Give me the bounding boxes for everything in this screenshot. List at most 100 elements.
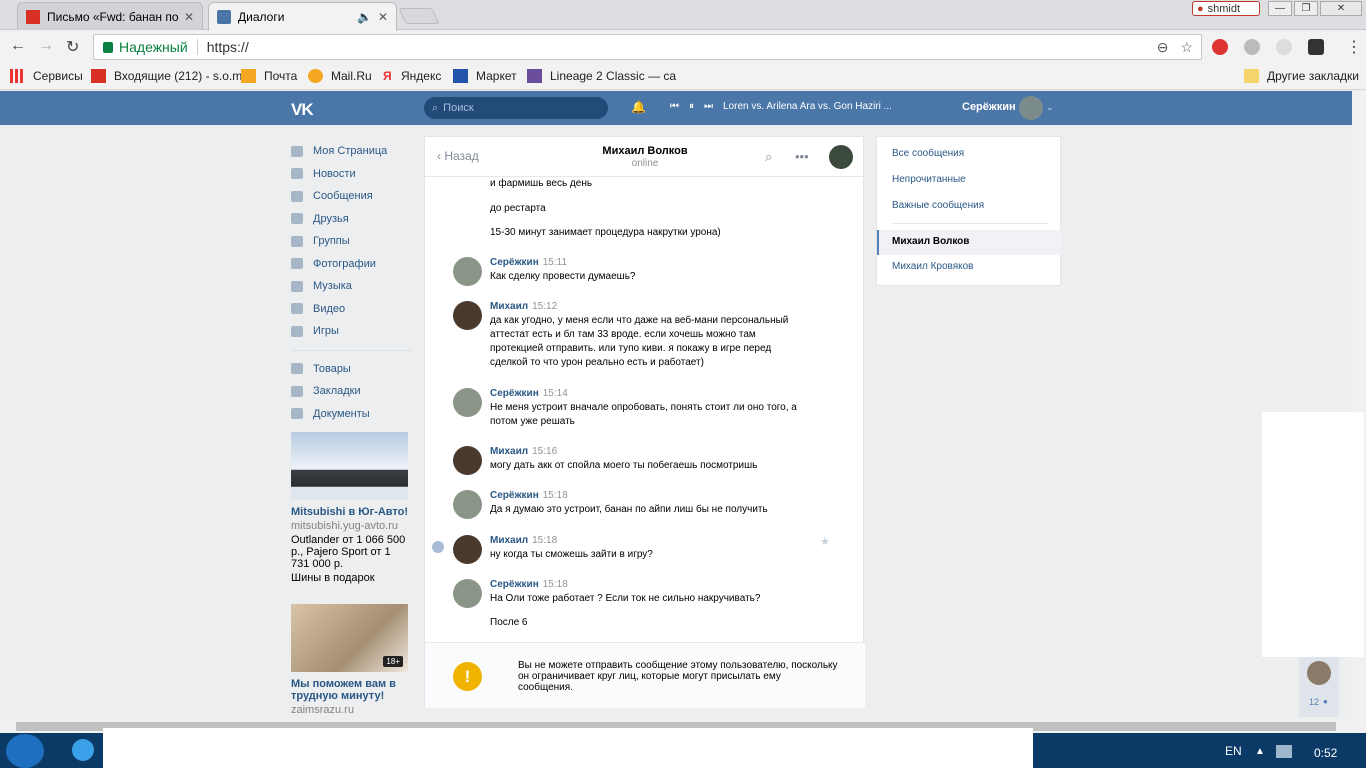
bookmark-market[interactable]: Маркет [453, 69, 517, 83]
pause-icon[interactable]: ⏸ [689, 101, 694, 112]
nav-groups[interactable]: Группы [291, 230, 411, 253]
menu-icon[interactable]: ⋮ [1346, 37, 1362, 57]
tab-gmail[interactable]: Письмо «Fwd: банан по ж ✕ [17, 2, 203, 30]
extension-light-icon[interactable] [1276, 39, 1292, 55]
url-text[interactable]: https:// [207, 39, 249, 55]
close-icon[interactable]: ✕ [378, 10, 388, 24]
bookmark-inbox[interactable]: Входящие (212) - s.o.m [91, 69, 242, 83]
next-icon[interactable]: ⏭ [704, 101, 713, 112]
ad-zaim[interactable]: 18+ Мы поможем вам в трудную минуту! zai… [291, 604, 409, 716]
message-author[interactable]: Серёжкин [490, 579, 539, 590]
speaker-icon[interactable]: 🔈 [357, 10, 372, 24]
filter-all[interactable]: Все сообщения [892, 148, 964, 159]
nav-games[interactable]: Игры [291, 320, 411, 343]
nav-news[interactable]: Новости [291, 163, 411, 186]
more-icon[interactable]: ••• [795, 149, 809, 164]
nav-my-page[interactable]: Моя Страница [291, 140, 411, 163]
forward-arrow-icon[interactable]: → [38, 37, 54, 55]
window-close-button[interactable]: ✕ [1320, 1, 1362, 16]
reload-icon[interactable]: ↻ [66, 37, 79, 57]
bell-icon[interactable]: 🔔 [631, 100, 646, 114]
music-icon [291, 280, 303, 292]
filter-unread[interactable]: Непрочитанные [892, 174, 966, 185]
profile-button[interactable]: ● shmidt [1192, 1, 1260, 16]
avatar[interactable] [453, 535, 482, 564]
message-time: 15:18 [542, 579, 568, 590]
minimize-button[interactable]: — [1268, 1, 1292, 16]
tray-arrow-icon[interactable]: ▲ [1255, 746, 1265, 757]
message-author[interactable]: Михаил [490, 446, 528, 457]
ad-title[interactable]: Мы поможем вам в трудную минуту! [291, 678, 409, 702]
search-icon[interactable]: ⌕ [765, 149, 772, 165]
tab-title: Диалоги [238, 10, 285, 24]
dialog-item[interactable]: Михаил Волков [892, 236, 969, 247]
avatar[interactable] [453, 301, 482, 330]
avatar[interactable] [1307, 661, 1331, 685]
message-author[interactable]: Серёжкин [490, 257, 539, 268]
ad-title[interactable]: Mitsubishi в Юг-Авто! [291, 506, 409, 518]
avatar[interactable] [453, 388, 482, 417]
message-author[interactable]: Серёжкин [490, 388, 539, 399]
lineage-icon [527, 69, 542, 83]
messages-filter-panel: Все сообщения Непрочитанные Важные сообщ… [876, 136, 1061, 286]
chevron-down-icon[interactable]: ⌄ [1046, 102, 1054, 113]
bookmark-other[interactable]: Другие закладки [1244, 69, 1359, 83]
filter-important[interactable]: Важные сообщения [892, 200, 984, 211]
bookmark-lineage[interactable]: Lineage 2 Classic — ca [527, 69, 676, 83]
vk-logo[interactable]: VK [291, 100, 314, 120]
ad-mitsubishi[interactable]: Mitsubishi в Юг-Авто! mitsubishi.yug-avt… [291, 432, 409, 584]
avatar[interactable] [829, 145, 853, 169]
message-author[interactable]: Михаил [490, 535, 528, 546]
age-badge: 18+ [383, 656, 403, 667]
chat-widget[interactable]: 12 ● [1299, 657, 1339, 717]
clock[interactable]: 0:52 [1314, 746, 1337, 760]
new-tab-button[interactable] [398, 8, 440, 24]
dialog-item[interactable]: Михаил Кровяков [892, 261, 974, 272]
avatar[interactable] [453, 490, 482, 519]
bookmark-mail[interactable]: Почта [241, 69, 297, 83]
language-indicator[interactable]: EN [1225, 744, 1242, 758]
tab-dialogs[interactable]: Диалоги 🔈 ✕ [208, 2, 397, 31]
nav-messages[interactable]: Сообщения [291, 185, 411, 208]
avatar[interactable] [1019, 96, 1043, 120]
nav-photos[interactable]: Фотографии [291, 253, 411, 276]
extension-gray-icon[interactable] [1244, 39, 1260, 55]
zoom-icon[interactable]: ⊖ [1157, 39, 1169, 56]
nav-goods[interactable]: Товары [291, 358, 411, 381]
extension-badge-icon[interactable] [1308, 39, 1324, 55]
audio-player[interactable]: ⏮ ⏸ ⏭ Loren vs. Arilena Ara vs. Gon Hazi… [670, 101, 892, 112]
check-icon[interactable] [432, 541, 444, 553]
nav-documents[interactable]: Документы [291, 403, 411, 426]
message-time: 15:12 [532, 301, 558, 312]
prev-icon[interactable]: ⏮ [670, 101, 679, 112]
bookmark-mailru[interactable]: Mail.Ru [308, 69, 372, 83]
star-icon[interactable]: ☆ [1180, 39, 1193, 56]
ad-image: 18+ [291, 604, 408, 672]
network-icon[interactable] [1276, 745, 1292, 758]
extension-target-icon[interactable] [1212, 39, 1228, 55]
avatar[interactable] [453, 257, 482, 286]
user-name[interactable]: Серёжкин [962, 101, 1016, 113]
star-icon[interactable]: ★ [820, 535, 830, 548]
track-title[interactable]: Loren vs. Arilena Ara vs. Gon Haziri ... [723, 101, 892, 112]
message-author[interactable]: Серёжкин [490, 490, 539, 501]
blank-area [103, 728, 1033, 768]
groups-icon [291, 235, 303, 247]
maximize-button[interactable]: ❐ [1294, 1, 1318, 16]
profile-name: shmidt [1207, 2, 1241, 15]
nav-bookmarks[interactable]: Закладки [291, 380, 411, 403]
nav-music[interactable]: Музыка [291, 275, 411, 298]
close-icon[interactable]: ✕ [184, 10, 194, 24]
search-input[interactable]: ⌕ Поиск [424, 97, 608, 119]
address-bar[interactable]: Надежный https:// ⊖ ☆ [93, 34, 1202, 60]
windows-start-icon[interactable] [6, 734, 44, 768]
bookmark-yandex[interactable]: Я Яндекс [383, 69, 441, 83]
nav-friends[interactable]: Друзья [291, 208, 411, 231]
back-arrow-icon[interactable]: ← [10, 37, 26, 55]
message-author[interactable]: Михаил [490, 301, 528, 312]
avatar[interactable] [453, 579, 482, 608]
nav-video[interactable]: Видео [291, 298, 411, 321]
ie-icon[interactable] [72, 739, 94, 761]
avatar[interactable] [453, 446, 482, 475]
bookmark-apps[interactable]: Сервисы [10, 69, 83, 83]
